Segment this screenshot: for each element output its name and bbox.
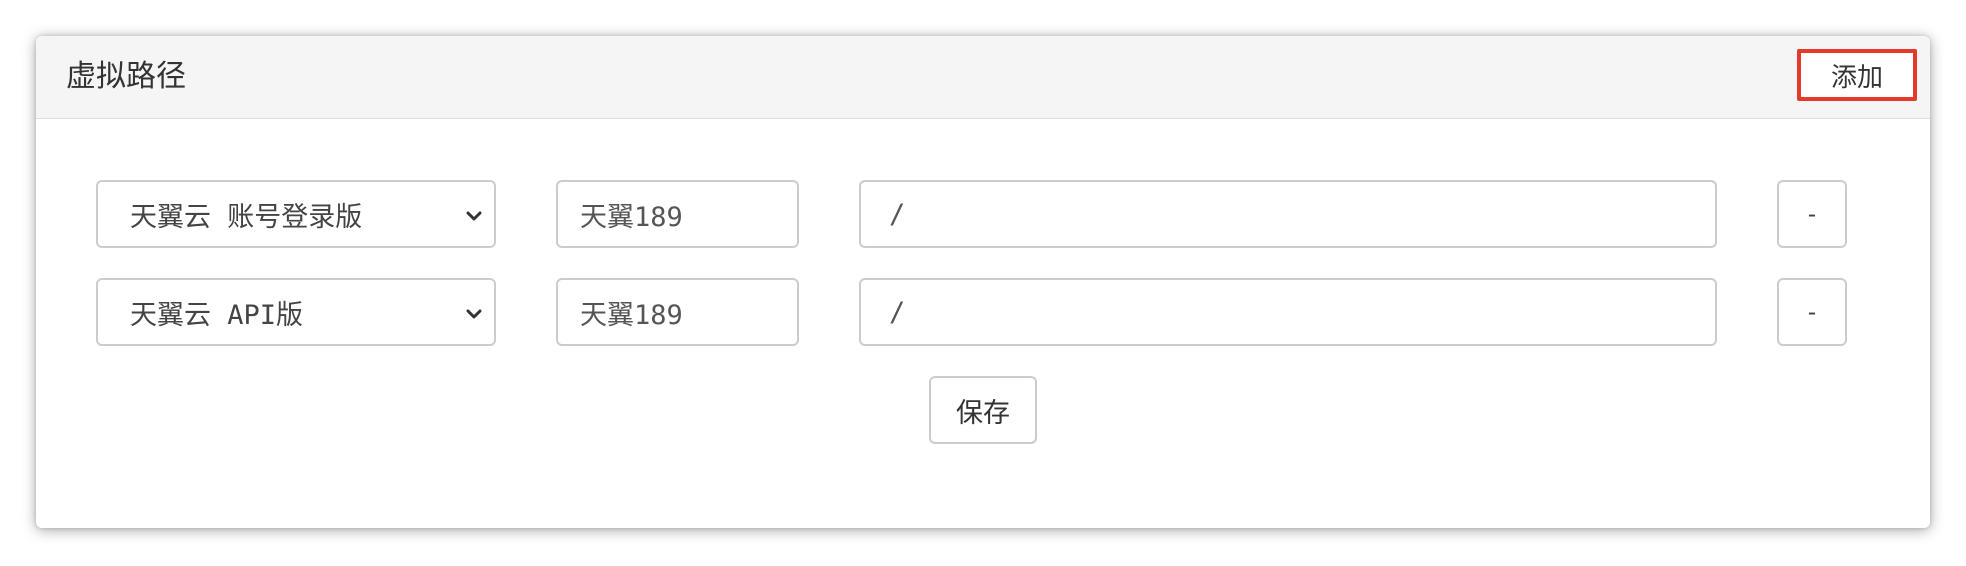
- virtual-path-panel: 虚拟路径 添加 天翼云 账号登录版 天翼189 / - 天翼云 API版 天翼1…: [36, 36, 1930, 528]
- path-input[interactable]: /: [859, 180, 1717, 248]
- provider-select[interactable]: 天翼云 账号登录版: [96, 180, 496, 248]
- add-button[interactable]: 添加: [1797, 49, 1917, 101]
- path-row: 天翼云 API版 天翼189 / -: [36, 278, 1930, 346]
- provider-select-value: 天翼云 账号登录版: [130, 201, 363, 233]
- chevron-down-icon: [466, 211, 482, 221]
- remove-row-button[interactable]: -: [1777, 180, 1847, 248]
- path-input[interactable]: /: [859, 278, 1717, 346]
- provider-select-value: 天翼云 API版: [130, 299, 304, 331]
- remove-row-button[interactable]: -: [1777, 278, 1847, 346]
- name-input[interactable]: 天翼189: [556, 278, 799, 346]
- path-row: 天翼云 账号登录版 天翼189 / -: [36, 180, 1930, 248]
- chevron-down-icon: [466, 309, 482, 319]
- panel-title: 虚拟路径: [66, 59, 186, 94]
- provider-select[interactable]: 天翼云 API版: [96, 278, 496, 346]
- save-button[interactable]: 保存: [929, 376, 1037, 444]
- name-input[interactable]: 天翼189: [556, 180, 799, 248]
- panel-header: 虚拟路径 添加: [36, 36, 1930, 119]
